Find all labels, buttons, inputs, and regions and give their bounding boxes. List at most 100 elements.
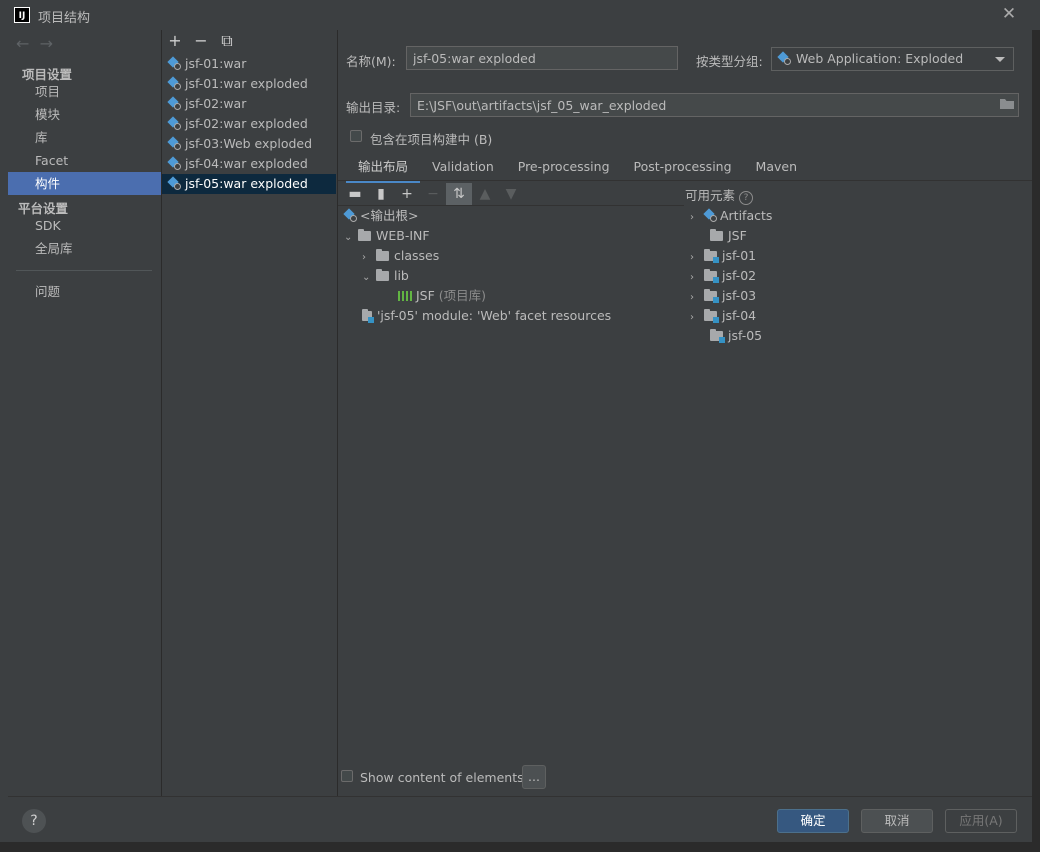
chevron-down-icon	[995, 57, 1005, 62]
nav-item-project[interactable]: 项目	[8, 80, 161, 103]
chevron-down-icon[interactable]: ⌄	[362, 268, 372, 288]
type-label: 按类型分组:	[696, 54, 763, 69]
artifact-item[interactable]: jsf-01:war exploded	[162, 74, 336, 94]
chevron-right-icon[interactable]: ›	[690, 288, 700, 308]
web-app-icon	[778, 52, 791, 65]
tab-post-processing[interactable]: Post-processing	[622, 154, 744, 180]
intellij-icon: IJ	[14, 7, 30, 23]
available-tree: › Artifacts JSF › jsf-01 › jsf-02 › jsf-…	[690, 206, 1020, 346]
chevron-right-icon[interactable]: ›	[362, 248, 372, 268]
available-item-module[interactable]: › jsf-03	[690, 286, 1020, 306]
nav-item-artifacts[interactable]: 构件	[8, 172, 161, 195]
nav-item-global-libraries[interactable]: 全局库	[8, 237, 161, 260]
sort-icon[interactable]: ⇅	[446, 183, 472, 205]
footer-divider	[8, 796, 1032, 797]
nav-item-libraries[interactable]: 库	[8, 126, 161, 149]
show-content-checkbox[interactable]	[341, 770, 353, 782]
tree-row-output-root[interactable]: <输出根>	[344, 206, 682, 226]
chevron-right-icon[interactable]: ›	[690, 208, 700, 228]
ok-button[interactable]: 确定	[777, 809, 849, 833]
nav-item-modules[interactable]: 模块	[8, 103, 161, 126]
nav-divider	[16, 270, 152, 271]
web-artifact-icon	[168, 157, 181, 170]
available-item-module[interactable]: › jsf-01	[690, 246, 1020, 266]
web-artifact-icon	[168, 77, 181, 90]
nav-item-sdk[interactable]: SDK	[8, 214, 161, 237]
artifacts-list: jsf-01:war jsf-01:war exploded jsf-02:wa…	[162, 54, 336, 194]
help-button[interactable]: ?	[22, 809, 46, 833]
available-item-artifacts[interactable]: › Artifacts	[690, 206, 1020, 226]
add-copy-icon[interactable]: +	[394, 183, 420, 205]
help-icon[interactable]: ?	[739, 191, 754, 205]
artifacts-toolbar: + − ⧉	[162, 30, 240, 52]
apply-button[interactable]: 应用(A)	[945, 809, 1017, 833]
artifact-item[interactable]: jsf-03:Web exploded	[162, 134, 336, 154]
add-icon[interactable]: +	[162, 30, 188, 52]
tree-row-classes[interactable]: › classes	[344, 246, 682, 266]
tab-bar: 输出布局 Validation Pre-processing Post-process…	[346, 154, 809, 183]
web-artifact-icon	[168, 137, 181, 150]
tree-row-web-inf[interactable]: ⌄ WEB-INF	[344, 226, 682, 246]
title-bar	[0, 0, 1040, 30]
tab-validation[interactable]: Validation	[420, 154, 506, 180]
chevron-right-icon[interactable]: ›	[690, 308, 700, 328]
available-item-module[interactable]: › jsf-04	[690, 306, 1020, 326]
web-artifact-icon	[168, 57, 181, 70]
artifact-item-selected[interactable]: jsf-05:war exploded	[162, 174, 336, 194]
show-content-options-button[interactable]: ...	[522, 765, 546, 789]
back-arrow-icon[interactable]: ←	[16, 34, 29, 53]
tab-pre-processing[interactable]: Pre-processing	[506, 154, 622, 180]
close-icon[interactable]: ✕	[1000, 5, 1018, 23]
move-down-icon[interactable]: ▼	[498, 183, 524, 205]
tree-row-facet-resources[interactable]: 'jsf-05' module: 'Web' facet resources	[344, 306, 682, 326]
module-icon	[703, 249, 719, 263]
nav-list-platform: SDK 全局库	[8, 214, 161, 260]
tab-maven[interactable]: Maven	[744, 154, 809, 180]
chevron-right-icon[interactable]: ›	[690, 248, 700, 268]
chevron-right-icon[interactable]: ›	[690, 268, 700, 288]
folder-icon	[375, 249, 389, 261]
available-item-module[interactable]: jsf-05	[690, 326, 1020, 346]
nav-list-project: 项目 模块 库 Facet 构件	[8, 80, 161, 195]
module-icon	[710, 329, 725, 343]
artifact-item[interactable]: jsf-04:war exploded	[162, 154, 336, 174]
folder-icon	[357, 229, 371, 241]
tab-output-layout[interactable]: 输出布局	[346, 154, 421, 183]
output-dir-input[interactable]	[410, 93, 1019, 117]
available-item-jsf[interactable]: JSF	[690, 226, 1020, 246]
nav-item-facet[interactable]: Facet	[8, 149, 161, 172]
available-item-module[interactable]: › jsf-02	[690, 266, 1020, 286]
move-up-icon[interactable]: ▲	[472, 183, 498, 205]
artifact-item[interactable]: jsf-02:war	[162, 94, 336, 114]
copy-icon[interactable]: ⧉	[214, 30, 240, 52]
new-directory-icon[interactable]: ▬	[342, 183, 368, 205]
nav-extra: 问题	[8, 280, 161, 303]
artifacts-icon	[704, 209, 717, 222]
type-select[interactable]: Web Application: Exploded	[771, 47, 1014, 71]
web-artifact-icon	[168, 117, 181, 130]
chevron-down-icon[interactable]: ⌄	[344, 228, 354, 248]
remove-icon[interactable]: −	[420, 183, 446, 205]
artifact-item[interactable]: jsf-02:war exploded	[162, 114, 336, 134]
web-artifact-icon	[168, 177, 181, 190]
include-build-checkbox[interactable]	[350, 130, 362, 142]
tree-row-jsf-library[interactable]: JSF (项目库)	[344, 286, 682, 306]
name-label: 名称(M):	[346, 54, 396, 69]
remove-icon[interactable]: −	[188, 30, 214, 52]
module-icon	[703, 309, 719, 323]
output-root-icon	[344, 209, 357, 222]
folder-open-icon[interactable]	[999, 97, 1015, 110]
show-content-label: Show content of elements	[360, 770, 524, 785]
name-input[interactable]	[406, 46, 678, 70]
tree-row-lib[interactable]: ⌄ lib	[344, 266, 682, 286]
library-icon	[398, 291, 412, 301]
forward-arrow-icon[interactable]: →	[40, 34, 53, 53]
create-archive-icon[interactable]: ▮	[368, 183, 394, 205]
tab-divider	[338, 180, 1032, 181]
cancel-button[interactable]: 取消	[861, 809, 933, 833]
include-build-label: 包含在项目构建中 (B)	[370, 132, 493, 147]
nav-item-problems[interactable]: 问题	[8, 280, 161, 303]
folder-icon	[710, 229, 723, 241]
artifact-item[interactable]: jsf-01:war	[162, 54, 336, 74]
available-elements-header: 可用元素?	[685, 185, 754, 205]
